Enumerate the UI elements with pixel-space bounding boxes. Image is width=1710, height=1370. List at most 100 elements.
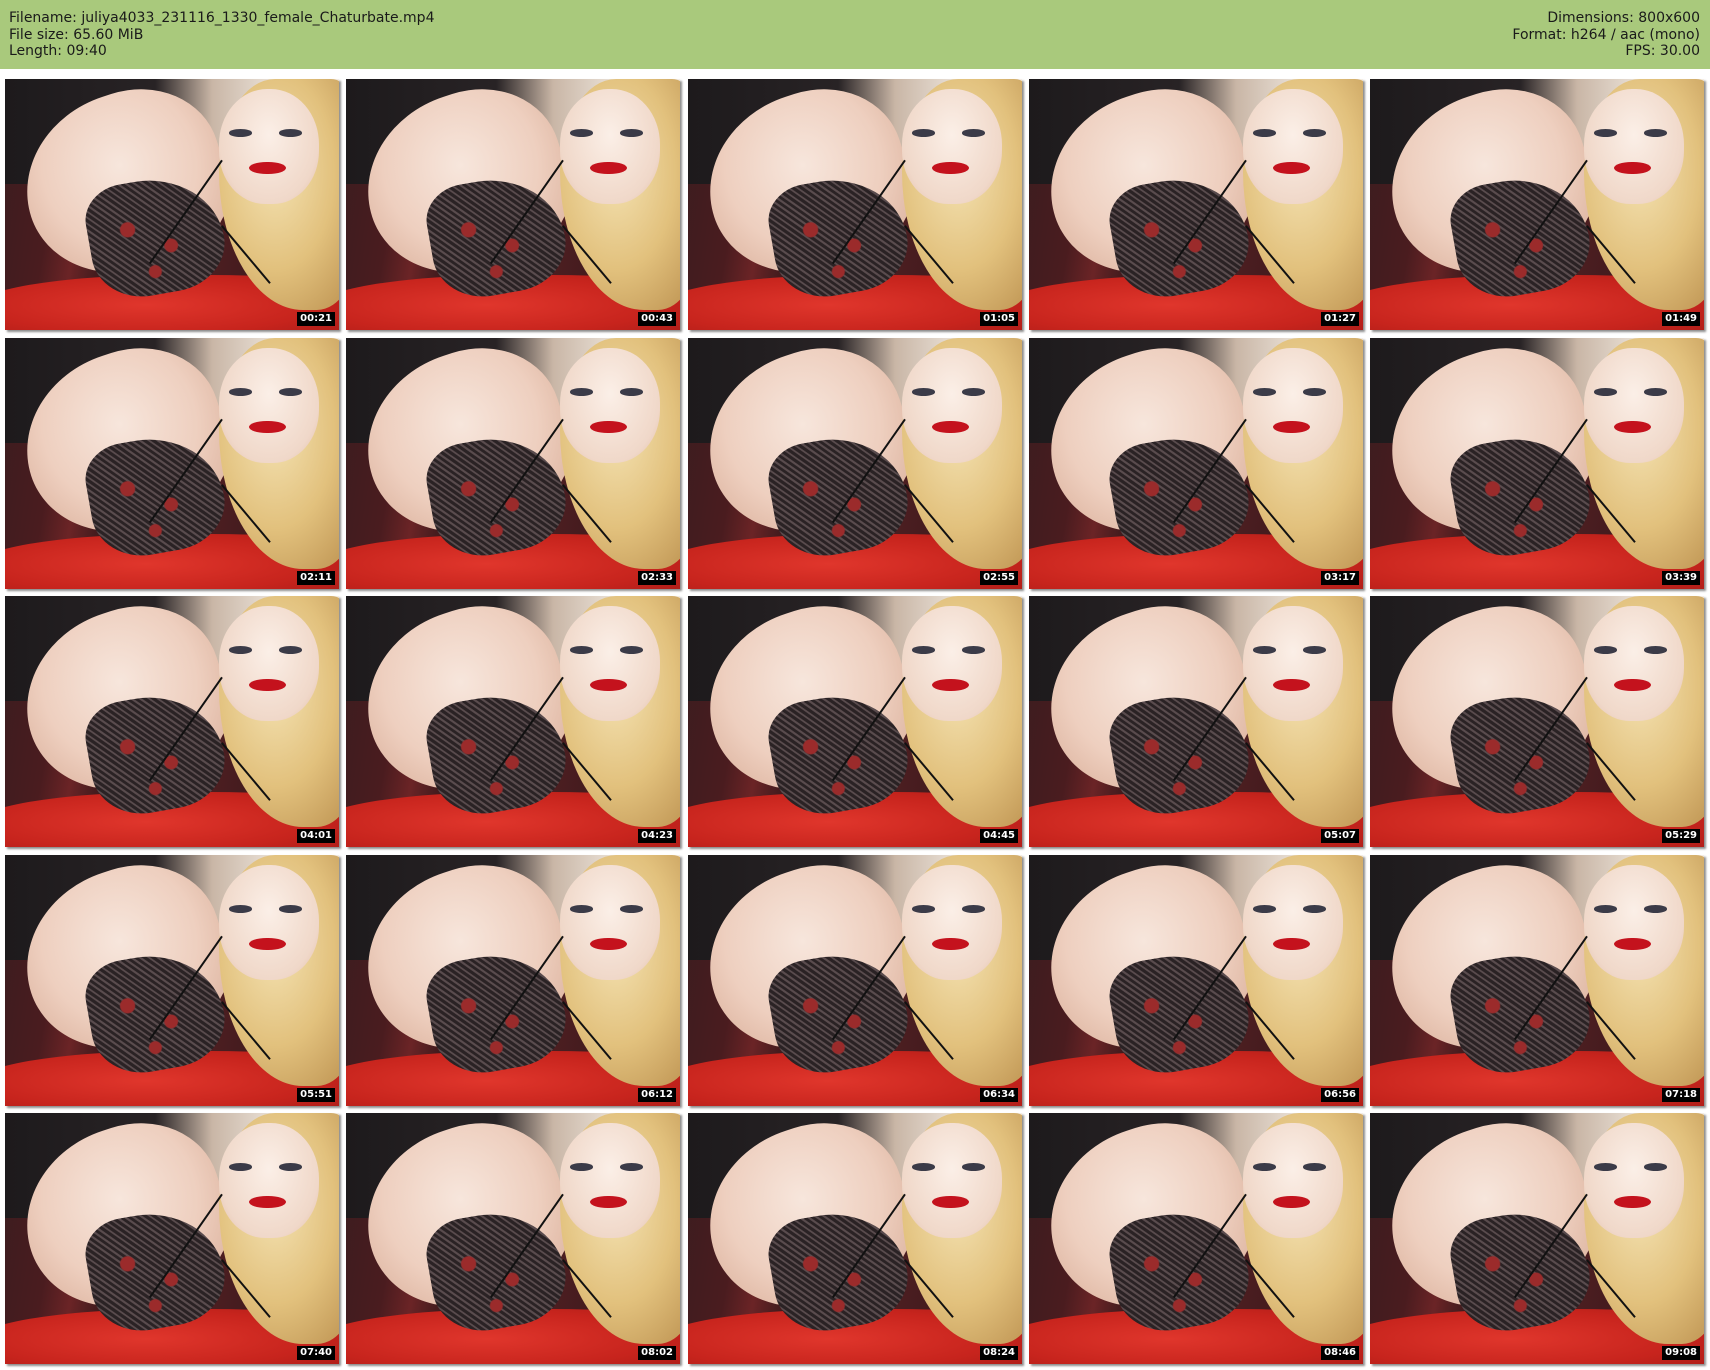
video-thumbnail: 01:27 [1029,79,1363,330]
thumbnail-timestamp: 04:01 [297,829,335,843]
video-thumbnail: 00:21 [5,79,339,330]
thumbnail-image-part [248,1195,286,1209]
thumbnail-image-part [228,905,253,913]
thumbnail-timestamp: 05:51 [297,1088,335,1102]
video-thumbnail: 06:12 [346,855,680,1106]
thumbnail-image-part [248,678,286,692]
thumbnail-image-part [931,420,969,434]
thumbnail-image-part [1272,1195,1310,1209]
thumbnail-timestamp: 08:46 [1321,1346,1359,1360]
thumbnail-image-part [931,937,969,951]
thumbnail-image-part [1252,905,1277,913]
thumbnail-image-part [1252,129,1277,137]
thumbnail-image-part [961,388,986,396]
video-thumbnail: 08:24 [688,1113,1022,1364]
thumbnail-image-part [1593,905,1618,913]
thumbnail-timestamp: 02:55 [980,571,1018,585]
thumbnail-image-part [589,420,627,434]
thumbnail-timestamp: 02:11 [297,571,335,585]
thumbnail-image-part [1252,388,1277,396]
thumbnail-image-part [569,1163,594,1171]
thumbnail-image-part [1583,865,1684,981]
thumbnail-image-part [1643,388,1668,396]
thumbnail-timestamp: 08:02 [638,1346,676,1360]
thumbnail-image-part [1302,905,1327,913]
video-thumbnail: 04:01 [5,596,339,847]
thumbnail-timestamp: 04:45 [980,829,1018,843]
thumbnail-image-part [228,1163,253,1171]
thumbnail-image-part [911,646,936,654]
thumbnail-image-part [1272,937,1310,951]
thumbnail-image-part [1583,1123,1684,1239]
thumbnail-image-part [248,161,286,175]
thumbnail-image-part [228,646,253,654]
video-thumbnail: 08:46 [1029,1113,1363,1364]
thumbnail-image-part [1252,646,1277,654]
video-thumbnail: 09:08 [1370,1113,1704,1364]
thumbnail-image-part [569,129,594,137]
video-thumbnail: 04:45 [688,596,1022,847]
thumbnail-image-part [559,1123,660,1239]
thumbnail-image-part [1613,420,1651,434]
thumbnail-image-part [1643,129,1668,137]
thumbnail-timestamp: 03:39 [1662,571,1700,585]
thumbnail-image-part [589,161,627,175]
thumbnail-image-part [1643,646,1668,654]
thumbnail-image-part [619,646,644,654]
thumbnail-image-part [901,606,1002,722]
thumbnail-image-part [911,905,936,913]
thumbnail-image-part [559,606,660,722]
thumbnail-image-part [278,129,303,137]
thumbnail-image-part [218,89,319,205]
video-thumbnail: 06:34 [688,855,1022,1106]
video-thumbnail: 02:55 [688,338,1022,589]
thumbnail-image-part [1242,606,1343,722]
thumbnail-timestamp: 05:29 [1662,829,1700,843]
thumbnail-image-part [569,388,594,396]
thumbnail-image-part [218,1123,319,1239]
thumbnail-timestamp: 02:33 [638,571,676,585]
thumbnail-image-part [1242,865,1343,981]
thumbnail-image-part [901,348,1002,464]
thumbnail-image-part [1613,161,1651,175]
thumbnail-image-part [619,388,644,396]
video-thumbnail: 01:05 [688,79,1022,330]
thumbnail-image-part [911,129,936,137]
thumbnail-image-part [1242,89,1343,205]
thumbnail-image-part [278,388,303,396]
video-thumbnail: 05:07 [1029,596,1363,847]
thumbnail-timestamp: 04:23 [638,829,676,843]
thumbnail-timestamp: 07:40 [297,1346,335,1360]
thumbnail-image-part [1302,1163,1327,1171]
thumbnail-image-part [1252,1163,1277,1171]
thumbnail-image-part [559,89,660,205]
thumbnail-image-part [619,129,644,137]
thumbnail-timestamp: 08:24 [980,1346,1018,1360]
thumbnail-image-part [911,388,936,396]
thumbnail-timestamp: 06:12 [638,1088,676,1102]
thumbnail-image-part [1583,89,1684,205]
thumbnail-timestamp: 05:07 [1321,829,1359,843]
video-thumbnail: 07:40 [5,1113,339,1364]
thumbnail-image-part [1583,348,1684,464]
thumbnail-image-part [559,865,660,981]
thumbnail-image-part [1593,1163,1618,1171]
thumbnail-image-part [1242,1123,1343,1239]
thumbnail-image-part [931,161,969,175]
thumbnail-timestamp: 06:56 [1321,1088,1359,1102]
thumbnail-image-part [589,1195,627,1209]
thumbnail-image-part [961,1163,986,1171]
thumbnail-image-part [1613,678,1651,692]
thumbnail-timestamp: 07:18 [1662,1088,1700,1102]
thumbnail-image-part [278,905,303,913]
thumbnail-image-part [1302,129,1327,137]
thumbnail-image-part [619,1163,644,1171]
thumbnail-image-part [1302,388,1327,396]
thumbnail-image-part [1643,905,1668,913]
video-thumbnail: 08:02 [346,1113,680,1364]
thumbnail-image-part [961,129,986,137]
thumbnail-image-part [901,89,1002,205]
thumbnail-image-part [1272,678,1310,692]
thumbnail-timestamp: 00:21 [297,312,335,326]
thumbnail-image-part [1593,388,1618,396]
